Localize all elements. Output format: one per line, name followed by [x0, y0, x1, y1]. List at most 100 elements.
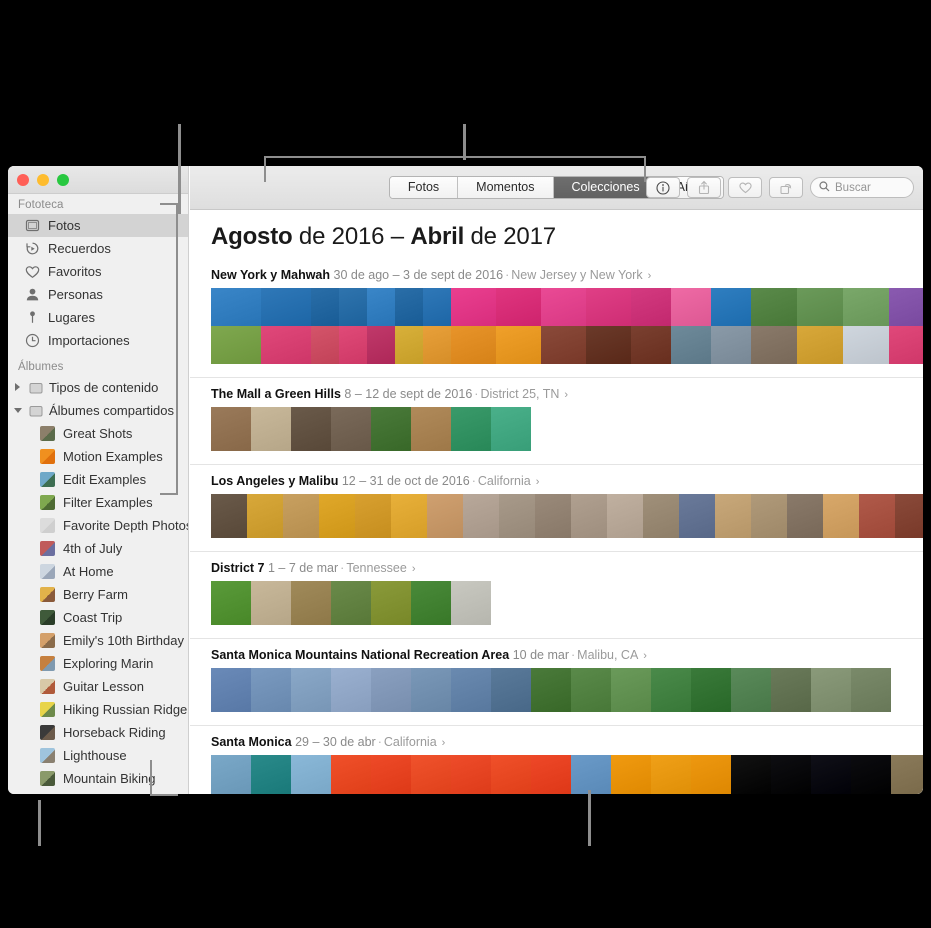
photo-thumbnail[interactable] — [251, 581, 291, 625]
photo-thumbnail[interactable] — [611, 755, 651, 794]
photo-thumbnail[interactable] — [531, 668, 571, 712]
photo-strip[interactable] — [211, 288, 923, 377]
photo-thumbnail[interactable] — [891, 755, 923, 794]
photo-thumbnail[interactable] — [571, 755, 611, 794]
photo-thumbnail[interactable] — [211, 494, 247, 538]
photo-thumbnail[interactable] — [451, 288, 496, 326]
photo-thumbnail[interactable] — [751, 326, 797, 364]
photo-thumbnail[interactable] — [859, 494, 895, 538]
photo-thumbnail[interactable] — [391, 494, 427, 538]
photo-thumbnail[interactable] — [291, 581, 331, 625]
photo-thumbnail[interactable] — [251, 668, 291, 712]
collection-header[interactable]: Los Angeles y Malibu 12 – 31 de oct de 2… — [190, 465, 923, 494]
photo-thumbnail[interactable] — [541, 288, 586, 326]
photo-thumbnail[interactable] — [496, 326, 541, 364]
chevron-right-icon[interactable]: › — [407, 563, 416, 575]
photo-thumbnail[interactable] — [843, 288, 889, 326]
photo-thumbnail[interactable] — [491, 668, 531, 712]
photo-thumbnail[interactable] — [283, 494, 319, 538]
photo-thumbnail[interactable] — [211, 755, 251, 794]
photo-thumbnail[interactable] — [371, 668, 411, 712]
photo-thumbnail[interactable] — [331, 581, 371, 625]
photo-thumbnail[interactable] — [211, 288, 261, 326]
favorite-button[interactable] — [728, 177, 762, 198]
photo-thumbnail[interactable] — [451, 581, 491, 625]
sidebar-album-item[interactable]: Berry Farm — [8, 583, 188, 606]
photo-thumbnail[interactable] — [371, 407, 411, 451]
photo-thumbnail[interactable] — [411, 668, 451, 712]
photo-thumbnail[interactable] — [823, 494, 859, 538]
photo-thumbnail[interactable] — [411, 407, 451, 451]
photo-thumbnail[interactable] — [251, 407, 291, 451]
collection-header[interactable]: District 7 1 – 7 de mar · Tennessee › — [190, 552, 923, 581]
photo-strip[interactable] — [211, 668, 923, 725]
photo-thumbnail[interactable] — [715, 494, 751, 538]
photo-thumbnail[interactable] — [851, 755, 891, 794]
photo-thumbnail[interactable] — [291, 668, 331, 712]
photo-thumbnail[interactable] — [371, 581, 411, 625]
photo-thumbnail[interactable] — [797, 326, 843, 364]
photo-strip[interactable] — [211, 494, 923, 551]
photo-thumbnail[interactable] — [499, 494, 535, 538]
photo-thumbnail[interactable] — [651, 668, 691, 712]
photo-thumbnail[interactable] — [291, 407, 331, 451]
photo-thumbnail[interactable] — [211, 326, 261, 364]
photo-thumbnail[interactable] — [451, 755, 491, 794]
collection-header[interactable]: The Mall a Green Hills 8 – 12 de sept de… — [190, 378, 923, 407]
photo-thumbnail[interactable] — [895, 494, 923, 538]
info-button[interactable] — [646, 177, 680, 198]
chevron-right-icon[interactable]: › — [559, 389, 568, 401]
sidebar-album-item[interactable]: Coast Trip — [8, 606, 188, 629]
sidebar-album-item[interactable]: Exploring Marin — [8, 652, 188, 675]
chevron-right-icon[interactable]: › — [638, 650, 647, 662]
photo-thumbnail[interactable] — [355, 494, 391, 538]
photo-thumbnail[interactable] — [395, 326, 423, 364]
photo-thumbnail[interactable] — [535, 494, 571, 538]
photo-thumbnail[interactable] — [586, 288, 631, 326]
photo-thumbnail[interactable] — [797, 288, 843, 326]
photo-thumbnail[interactable] — [811, 668, 851, 712]
photo-thumbnail[interactable] — [671, 326, 711, 364]
photo-thumbnail[interactable] — [651, 755, 691, 794]
photo-thumbnail[interactable] — [731, 668, 771, 712]
photo-strip[interactable] — [211, 755, 923, 794]
collection-header[interactable]: Santa Monica Mountains National Recreati… — [190, 639, 923, 668]
photo-thumbnail[interactable] — [261, 288, 311, 326]
collections-scroll-area[interactable]: Agosto de 2016 – Abril de 2017 New York … — [190, 211, 923, 794]
photo-thumbnail[interactable] — [311, 326, 339, 364]
photo-thumbnail[interactable] — [451, 407, 491, 451]
sidebar-album-item[interactable]: Horseback Riding — [8, 721, 188, 744]
photo-thumbnail[interactable] — [787, 494, 823, 538]
photo-thumbnail[interactable] — [751, 288, 797, 326]
photo-thumbnail[interactable] — [427, 494, 463, 538]
photo-thumbnail[interactable] — [711, 326, 751, 364]
zoom-button[interactable] — [57, 173, 69, 186]
share-button[interactable] — [687, 177, 721, 198]
photo-thumbnail[interactable] — [611, 668, 651, 712]
photo-thumbnail[interactable] — [491, 407, 531, 451]
photo-thumbnail[interactable] — [771, 668, 811, 712]
photo-thumbnail[interactable] — [339, 326, 367, 364]
photo-thumbnail[interactable] — [496, 288, 541, 326]
photo-thumbnail[interactable] — [531, 755, 571, 794]
photo-thumbnail[interactable] — [311, 288, 339, 326]
photo-thumbnail[interactable] — [211, 668, 251, 712]
photo-thumbnail[interactable] — [586, 326, 631, 364]
photo-thumbnail[interactable] — [211, 407, 251, 451]
collection-header[interactable]: New York y Mahwah 30 de ago – 3 de sept … — [190, 259, 923, 288]
photo-thumbnail[interactable] — [751, 494, 787, 538]
chevron-down-icon[interactable] — [14, 406, 23, 415]
chevron-right-icon[interactable]: › — [437, 737, 446, 749]
photo-strip[interactable] — [211, 407, 923, 464]
photo-thumbnail[interactable] — [691, 755, 731, 794]
sidebar-album-item[interactable]: Guitar Lesson — [8, 675, 188, 698]
photo-thumbnail[interactable] — [811, 755, 851, 794]
sidebar-album-item[interactable]: Favorite Depth Photos — [8, 514, 188, 537]
photo-thumbnail[interactable] — [423, 326, 451, 364]
sidebar-album-item[interactable]: Hiking Russian Ridge — [8, 698, 188, 721]
photo-thumbnail[interactable] — [731, 755, 771, 794]
photo-thumbnail[interactable] — [395, 288, 423, 326]
photo-thumbnail[interactable] — [331, 668, 371, 712]
photo-thumbnail[interactable] — [339, 288, 367, 326]
photo-thumbnail[interactable] — [331, 755, 371, 794]
